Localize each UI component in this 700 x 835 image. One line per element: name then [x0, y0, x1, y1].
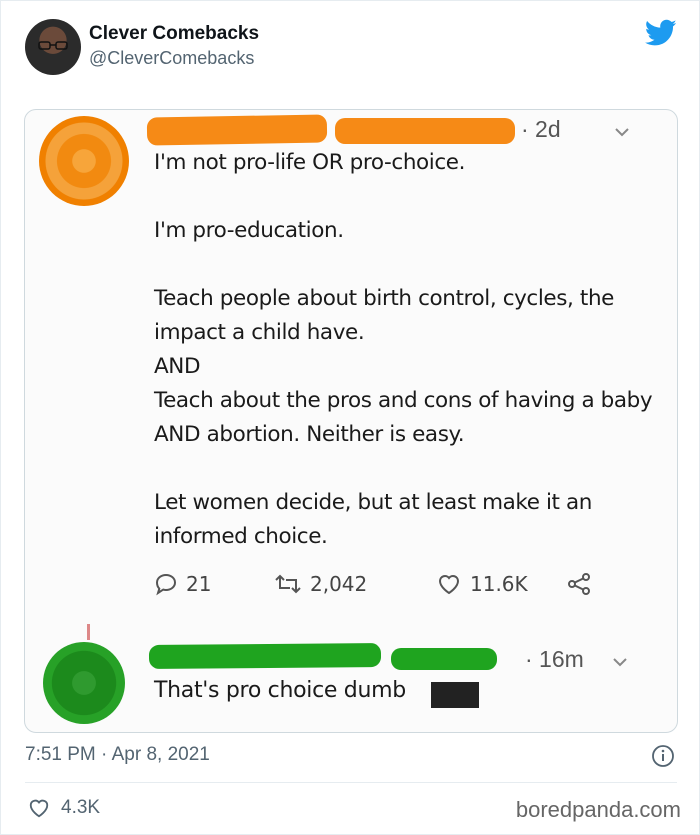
redacted-handle — [391, 648, 497, 670]
post-paragraph: I'm not pro-life OR pro-choice. — [154, 150, 466, 175]
author-name[interactable]: Clever Comebacks — [89, 23, 259, 45]
redacted-avatar — [39, 116, 129, 206]
info-icon[interactable] — [651, 744, 675, 768]
retweet-icon — [275, 574, 301, 594]
post-time: · 2d — [521, 116, 561, 142]
glasses-icon — [38, 41, 68, 50]
chevron-down-icon — [615, 128, 629, 137]
reply-time: · 16m — [525, 646, 584, 672]
redacted-name — [146, 114, 328, 146]
like-count: 11.6K — [470, 572, 528, 596]
watermark: boredpanda.com — [515, 797, 681, 822]
chevron-down-icon — [613, 658, 627, 667]
share-icon — [568, 573, 590, 595]
embedded-screenshot: · 2d I'm not pro-life OR pro-choice. I'm… — [24, 109, 678, 733]
thread-line — [87, 624, 90, 640]
post-paragraph: Let women decide, but at least make it a… — [154, 490, 592, 549]
author-handle[interactable]: @CleverComebacks — [89, 48, 254, 69]
retweet-count: 2,042 — [310, 572, 368, 596]
like-button[interactable]: 4.3K — [27, 797, 100, 819]
divider — [25, 782, 677, 783]
reply-count: 21 — [186, 572, 212, 596]
post-actions: 21 2,042 11.6K — [154, 572, 614, 602]
tweet-embed: Clever Comebacks @CleverComebacks · 2d I… — [0, 0, 700, 835]
redacted-handle — [335, 118, 515, 144]
redacted-name — [148, 642, 382, 670]
share-action — [566, 572, 592, 596]
like-action: 11.6K — [436, 572, 528, 596]
reply-action: 21 — [154, 572, 211, 596]
heart-icon — [29, 799, 49, 818]
post-paragraph: I'm pro-education. — [154, 218, 344, 243]
author-avatar[interactable] — [25, 19, 81, 75]
tweet-timestamp[interactable]: 7:51 PM · Apr 8, 2021 — [25, 744, 210, 766]
redaction-box — [431, 682, 479, 708]
heart-icon — [438, 575, 460, 595]
comment-icon — [155, 573, 177, 596]
retweet-action: 2,042 — [274, 572, 367, 596]
post-paragraph: Teach people about birth control, cycles… — [154, 286, 653, 447]
tweet-like-count: 4.3K — [61, 797, 101, 818]
post-text: I'm not pro-life OR pro-choice. I'm pro-… — [154, 146, 654, 554]
reply-text: That's pro choice dumb — [154, 678, 406, 703]
redacted-avatar — [43, 642, 125, 724]
twitter-bird-icon[interactable] — [645, 19, 677, 47]
